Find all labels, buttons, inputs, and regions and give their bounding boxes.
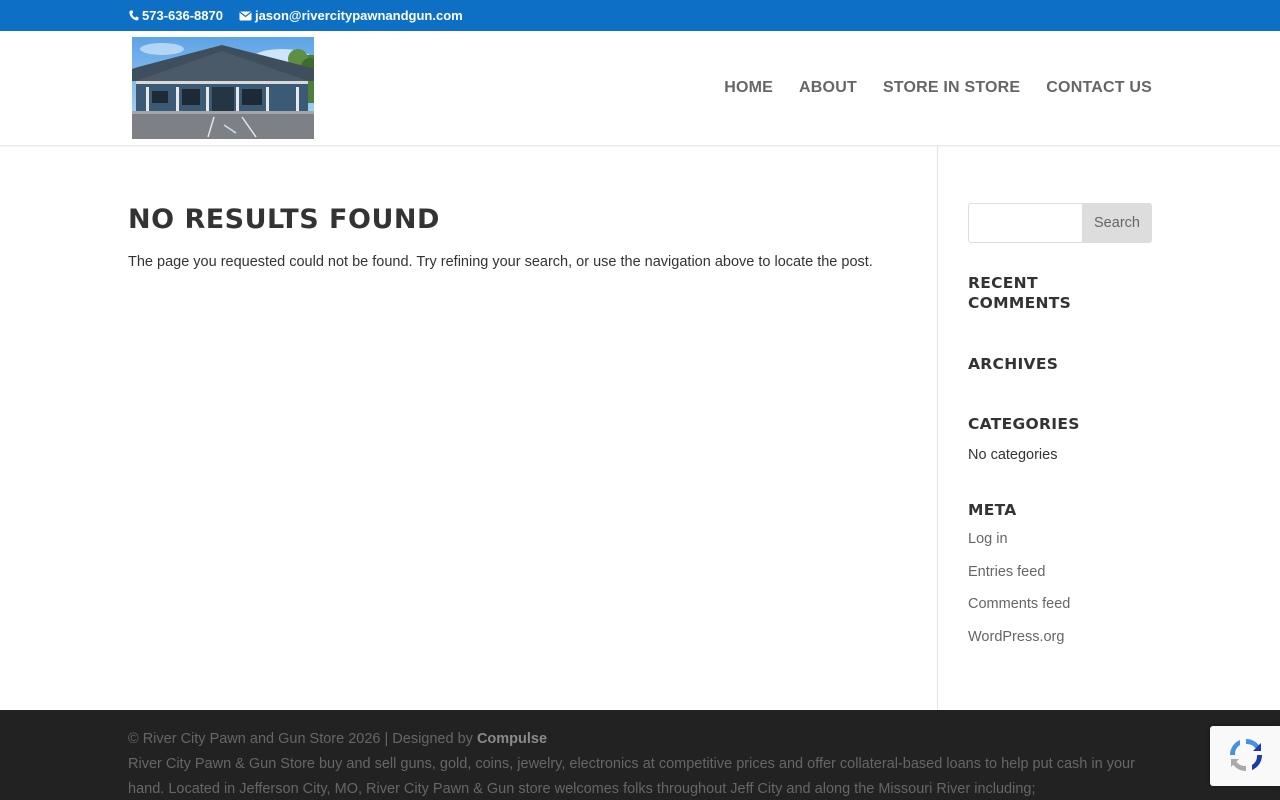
envelope-icon [239, 11, 252, 20]
meta-links: Log in Entries feed Comments feed WordPr… [968, 531, 1070, 661]
search-button[interactable]: Search [1082, 203, 1152, 243]
search-input[interactable] [968, 203, 1082, 243]
recaptcha-badge[interactable] [1210, 726, 1280, 786]
nav-item-about[interactable]: ABOUT [799, 79, 857, 97]
sidebar-divider [937, 146, 938, 710]
top-bar: 573-636-8870 jason@rivercitypawnandgun.c… [0, 0, 1280, 31]
meta-link-wordpress[interactable]: WordPress.org [968, 629, 1064, 645]
meta-link-log-in[interactable]: Log in [968, 531, 1008, 547]
list-item: Comments feed [968, 596, 1070, 629]
nav-item-store-in-store[interactable]: STORE IN STORE [883, 79, 1020, 97]
meta-title: META [968, 501, 1017, 519]
site-header: HOME ABOUT STORE IN STORE CONTACT US [0, 31, 1280, 146]
archives-title: ARCHIVES [968, 355, 1059, 373]
phone-number: 573-636-8870 [142, 8, 223, 23]
meta-link-comments-feed[interactable]: Comments feed [968, 596, 1070, 612]
footer-credits: © River City Pawn and Gun Store 2026 | D… [128, 727, 1152, 800]
footer-description: River City Pawn & Gun Store buy and sell… [128, 756, 1135, 797]
top-bar-contact: 573-636-8870 jason@rivercitypawnandgun.c… [129, 0, 463, 31]
nav-item-home[interactable]: HOME [724, 79, 773, 97]
list-item: WordPress.org [968, 629, 1070, 662]
categories-title: CATEGORIES [968, 415, 1080, 433]
meta-link-entries-feed[interactable]: Entries feed [968, 564, 1045, 580]
sidebar: Search RECENT COMMENTS ARCHIVES CATEGORI… [968, 203, 1152, 645]
footer-copyright-line: © River City Pawn and Gun Store 2026 | D… [128, 727, 1152, 752]
list-item: Log in [968, 531, 1070, 564]
email-address: jason@rivercitypawnandgun.com [254, 8, 463, 23]
main-content: NO RESULTS FOUND The page you requested … [128, 204, 888, 275]
main-nav: HOME ABOUT STORE IN STORE CONTACT US [724, 31, 1152, 145]
designer-link[interactable]: Compulse [477, 731, 547, 747]
list-item: Entries feed [968, 564, 1070, 597]
page-title: NO RESULTS FOUND [128, 204, 440, 235]
categories-empty-text: No categories [968, 447, 1058, 463]
search-form: Search [968, 203, 1152, 243]
recaptcha-icon [1229, 738, 1263, 772]
email-link[interactable]: jason@rivercitypawnandgun.com [239, 8, 463, 23]
phone-link[interactable]: 573-636-8870 [129, 8, 223, 23]
nav-item-contact-us[interactable]: CONTACT US [1046, 79, 1152, 97]
store-logo[interactable] [132, 37, 314, 139]
recent-comments-title: RECENT COMMENTS [968, 274, 1072, 312]
copyright-text: © River City Pawn and Gun Store 2026 | D… [128, 731, 477, 747]
site-footer: © River City Pawn and Gun Store 2026 | D… [0, 710, 1280, 800]
phone-icon [129, 10, 139, 21]
not-found-message: The page you requested could not be foun… [128, 254, 873, 270]
